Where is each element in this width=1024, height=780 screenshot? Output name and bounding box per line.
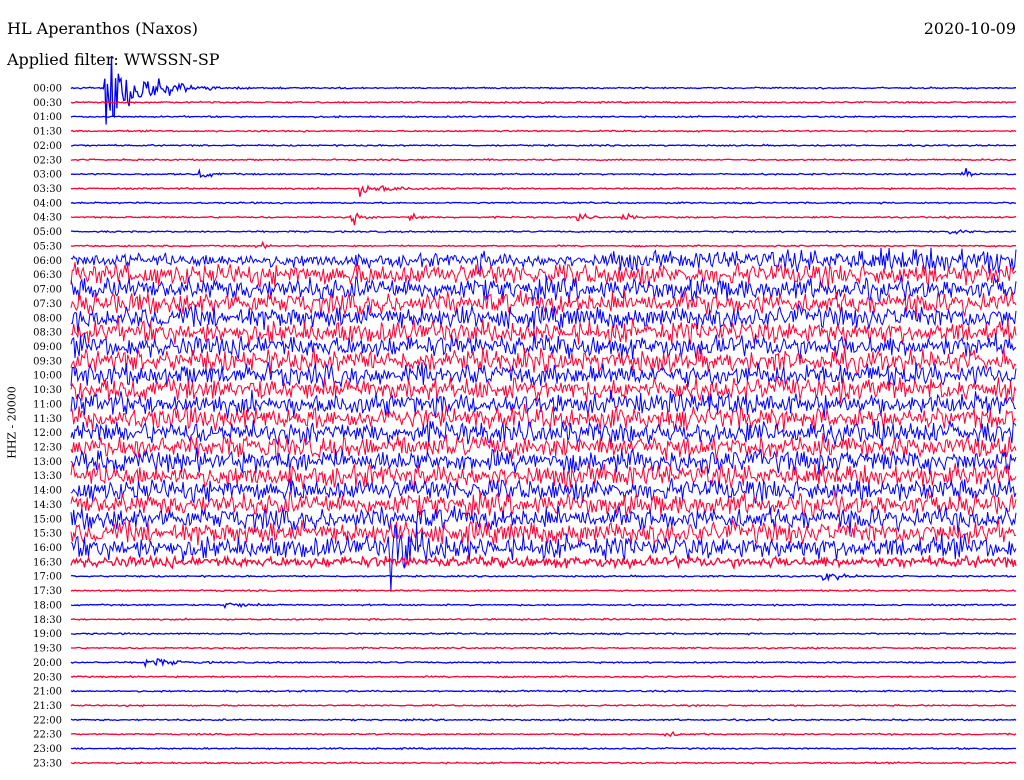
- trace-row-1700: [70, 573, 1016, 582]
- row-label-1630: 16:30: [33, 557, 62, 568]
- row-label-2130: 21:30: [33, 701, 62, 712]
- row-label-0800: 08:00: [33, 313, 62, 324]
- trace-row-0400: [70, 201, 1017, 205]
- row-label-1030: 10:30: [33, 385, 62, 396]
- trace-row-2230: [70, 730, 1017, 738]
- trace-row-0130: [70, 129, 1017, 133]
- row-label-group: 00:00 00:30 01:00 01:30 02:00 02:30 03:00 03:30…: [33, 84, 62, 770]
- trace-row-1830: [71, 617, 1017, 622]
- trace-row-0230: [70, 157, 1017, 162]
- row-label-0130: 01:30: [33, 127, 62, 138]
- trace-row-2330: [70, 761, 1017, 765]
- trace-row-1800: [70, 602, 1016, 610]
- row-label-0500: 05:00: [33, 227, 62, 238]
- row-label-1500: 15:00: [33, 514, 62, 525]
- trace-row-0430: [70, 212, 1017, 226]
- row-label-1230: 12:30: [33, 443, 62, 454]
- trace-row-1930: [71, 646, 1017, 651]
- trace-row-0700: [70, 274, 1017, 303]
- row-label-0530: 05:30: [33, 241, 62, 252]
- row-label-1900: 19:00: [33, 629, 62, 640]
- row-label-0900: 09:00: [33, 342, 62, 353]
- row-label-1830: 18:30: [33, 615, 62, 626]
- row-label-2030: 20:30: [33, 672, 62, 683]
- trace-row-2100: [70, 689, 1017, 693]
- row-label-1130: 11:30: [33, 414, 62, 425]
- row-label-0700: 07:00: [33, 285, 62, 296]
- row-label-2330: 23:30: [33, 758, 62, 769]
- row-label-1200: 12:00: [33, 428, 62, 439]
- row-label-0000: 00:00: [33, 84, 62, 95]
- row-label-2100: 21:00: [33, 687, 62, 698]
- row-label-0600: 06:00: [33, 256, 62, 267]
- trace-row-1000: [70, 362, 1017, 388]
- row-label-1330: 13:30: [33, 471, 62, 482]
- trace-row-0330: [70, 184, 1017, 197]
- trace-row-0600: [70, 247, 1017, 275]
- row-label-1700: 17:00: [33, 572, 62, 583]
- row-label-0100: 01:00: [33, 112, 62, 123]
- row-label-1000: 10:00: [33, 371, 62, 382]
- row-label-1100: 11:00: [33, 399, 62, 410]
- row-label-0400: 04:00: [33, 198, 62, 209]
- row-label-0300: 03:00: [33, 170, 62, 181]
- trace-row-2000: [70, 658, 1017, 669]
- row-label-0430: 04:30: [33, 213, 62, 224]
- row-label-0030: 00:30: [33, 98, 62, 109]
- trace-row-0530: [70, 240, 1016, 250]
- trace-row-2130: [70, 703, 1017, 708]
- trace-row-0300: [70, 168, 1017, 178]
- trace-row-2300: [70, 746, 1017, 751]
- trace-row-0100: [70, 114, 1017, 119]
- row-label-0830: 08:30: [33, 328, 62, 339]
- trace-row-0000: [70, 55, 1017, 125]
- helicorder-plot: 00:00 00:30 01:00 01:30 02:00 02:30 03:00 03:30…: [33, 55, 1017, 770]
- row-label-0330: 03:30: [33, 184, 62, 195]
- row-label-1800: 18:00: [33, 600, 62, 611]
- row-label-1600: 16:00: [33, 543, 62, 554]
- row-label-1300: 13:00: [33, 457, 62, 468]
- row-label-1930: 19:30: [33, 644, 62, 655]
- row-label-2200: 22:00: [33, 715, 62, 726]
- trace-row-0200: [71, 143, 1017, 148]
- row-label-0230: 02:30: [33, 155, 62, 166]
- trace-row-0500: [70, 229, 1017, 235]
- row-label-0200: 02:00: [33, 141, 62, 152]
- row-label-1400: 14:00: [33, 486, 62, 497]
- trace-row-2030: [70, 674, 1017, 679]
- trace-row-1730: [70, 588, 1017, 593]
- row-label-2230: 22:30: [33, 730, 62, 741]
- row-label-2300: 23:00: [33, 744, 62, 755]
- trace-row-1900: [71, 631, 1017, 636]
- row-label-1530: 15:30: [33, 529, 62, 540]
- trace-row-2200: [70, 718, 1017, 722]
- row-label-1430: 14:30: [33, 500, 62, 511]
- row-label-1730: 17:30: [33, 586, 62, 597]
- row-label-0630: 06:30: [33, 270, 62, 281]
- row-label-2000: 20:00: [33, 658, 62, 669]
- row-label-0730: 07:30: [33, 299, 62, 310]
- trace-group: [70, 55, 1017, 765]
- row-label-0930: 09:30: [33, 356, 62, 367]
- trace-row-0030: [70, 100, 1017, 105]
